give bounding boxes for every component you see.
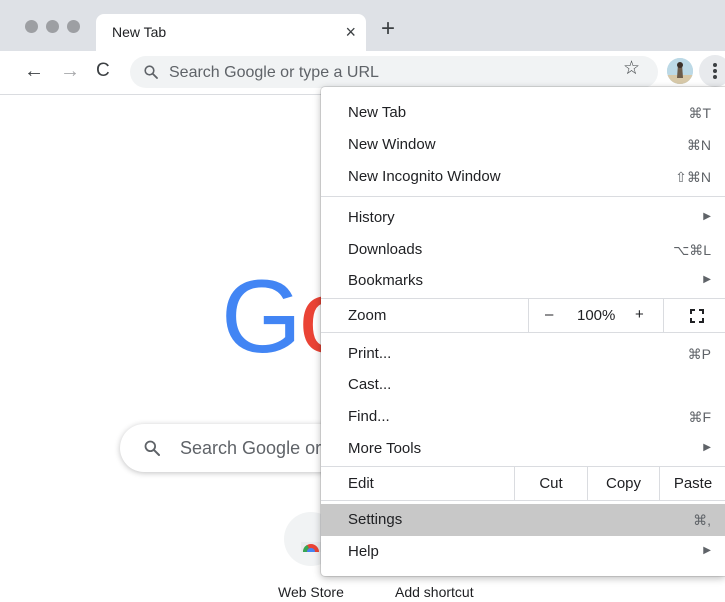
menu-item-downloads[interactable]: Downloads ⌥⌘L xyxy=(321,234,725,266)
new-tab-button[interactable]: + xyxy=(381,17,395,41)
menu-item-help[interactable]: Help ▶ xyxy=(321,536,725,568)
menu-item-new-tab[interactable]: New Tab ⌘T xyxy=(321,97,725,129)
cut-label: Cut xyxy=(539,475,563,492)
menu-item-new-window[interactable]: New Window ⌘N xyxy=(321,129,725,161)
submenu-arrow-icon: ▶ xyxy=(703,545,711,556)
paste-label: Paste xyxy=(673,475,713,492)
bookmark-star-icon[interactable]: ☆ xyxy=(623,57,640,80)
copy-label: Copy xyxy=(605,475,642,492)
menu-item-shortcut: ⌘N xyxy=(686,137,711,153)
menu-item-label: More Tools xyxy=(348,440,422,457)
menu-item-new-incognito-window[interactable]: New Incognito Window ⇧⌘N xyxy=(321,161,725,193)
logo-letter-g: G xyxy=(221,259,302,375)
menu-item-label: Downloads xyxy=(348,241,423,258)
menu-item-shortcut: ⌘F xyxy=(688,409,711,425)
menu-zoom-row: Zoom – 100% + xyxy=(321,299,725,332)
menu-item-shortcut: ⌘P xyxy=(687,346,711,362)
menu-item-history[interactable]: History ▶ xyxy=(321,202,725,234)
zoom-level: 100% xyxy=(577,307,616,324)
zoom-out-button[interactable]: – xyxy=(545,306,553,323)
fullscreen-icon[interactable] xyxy=(690,309,704,323)
paste-button[interactable]: Paste xyxy=(659,467,725,500)
copy-button[interactable]: Copy xyxy=(587,467,659,500)
omnibox[interactable]: Search Google or type a URL xyxy=(130,56,658,88)
menu-item-print[interactable]: Print... ⌘P xyxy=(321,338,725,370)
avatar-image xyxy=(667,58,693,84)
menu-item-label: Cast... xyxy=(348,376,392,393)
submenu-arrow-icon: ▶ xyxy=(703,211,711,222)
tab-strip: New Tab × + xyxy=(0,0,725,51)
shortcut-label-web-store[interactable]: Web Store xyxy=(278,584,344,600)
menu-item-find[interactable]: Find... ⌘F xyxy=(321,401,725,433)
menu-separator xyxy=(321,332,725,333)
menu-item-cast[interactable]: Cast... xyxy=(321,369,725,401)
menu-item-label: History xyxy=(348,209,395,226)
menu-item-label: Print... xyxy=(348,345,392,362)
menu-item-shortcut: ⌘, xyxy=(693,512,711,528)
search-icon xyxy=(144,440,160,456)
chrome-menu: New Tab ⌘T New Window ⌘N New Incognito W… xyxy=(321,87,725,576)
menu-item-more-tools[interactable]: More Tools ▶ xyxy=(321,433,725,465)
window-minimize-button[interactable] xyxy=(46,20,59,33)
search-icon xyxy=(144,65,158,79)
menu-item-shortcut: ⌥⌘L xyxy=(673,242,711,258)
reload-button[interactable]: C xyxy=(96,60,110,82)
shortcut-label-add-shortcut[interactable]: Add shortcut xyxy=(395,584,474,600)
menu-item-label: New Tab xyxy=(348,104,407,121)
window-close-button[interactable] xyxy=(25,20,38,33)
menu-separator xyxy=(321,500,725,501)
menu-item-shortcut: ⇧⌘N xyxy=(675,169,711,185)
menu-edit-row: Edit Cut Copy Paste xyxy=(321,467,725,500)
menu-item-label: New Window xyxy=(348,136,436,153)
menu-separator xyxy=(321,196,725,197)
submenu-arrow-icon: ▶ xyxy=(703,442,711,453)
zoom-label: Zoom xyxy=(348,307,387,324)
omnibox-placeholder: Search Google or type a URL xyxy=(169,64,379,81)
tab-title: New Tab xyxy=(112,24,167,40)
window-maximize-button[interactable] xyxy=(67,20,80,33)
edit-label: Edit xyxy=(348,475,374,492)
cut-button[interactable]: Cut xyxy=(514,467,587,500)
menu-item-label: New Incognito Window xyxy=(348,168,501,185)
tab-close-icon[interactable]: × xyxy=(345,22,356,42)
menu-item-label: Bookmarks xyxy=(348,272,424,289)
menu-item-bookmarks[interactable]: Bookmarks ▶ xyxy=(321,265,725,297)
menu-item-label: Help xyxy=(348,543,379,560)
profile-avatar[interactable] xyxy=(667,58,693,84)
tab-new-tab[interactable]: New Tab × xyxy=(96,14,366,51)
menu-item-label: Settings xyxy=(348,511,403,528)
menu-item-settings[interactable]: Settings ⌘, xyxy=(321,504,725,536)
submenu-arrow-icon: ▶ xyxy=(703,274,711,285)
forward-button[interactable]: → xyxy=(60,60,80,82)
menu-item-label: Find... xyxy=(348,408,390,425)
zoom-controls: – 100% + xyxy=(528,299,664,332)
zoom-in-button[interactable]: + xyxy=(635,306,644,323)
back-button[interactable]: ← xyxy=(24,60,44,82)
more-vert-icon[interactable] xyxy=(699,55,725,87)
menu-item-shortcut: ⌘T xyxy=(688,105,711,121)
